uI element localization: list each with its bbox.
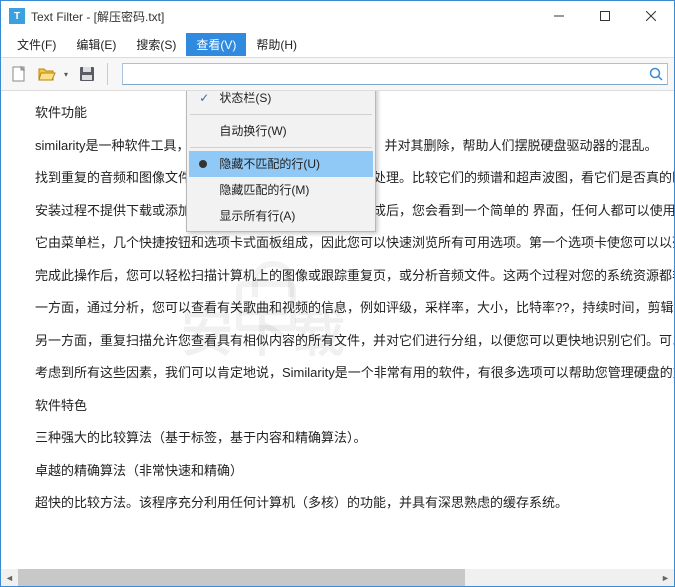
menu-item-hide-match[interactable]: 隐藏匹配的行(M) [189,177,373,203]
menu-item-show-all[interactable]: 显示所有行(A) [189,203,373,229]
search-icon [649,67,663,81]
toolbar-separator [107,63,108,85]
menu-item-label: 隐藏不匹配的行(U) [219,155,320,172]
content-area: 安下载 软件功能 similarity是一种软件工具，专门用于查找重复的或视频文… [1,91,674,569]
scroll-right-arrow[interactable]: ► [657,569,674,586]
check-icon: ✓ [195,91,213,105]
window-controls [536,1,674,31]
toolbar: ▾ [1,57,674,91]
menu-item-label: 状态栏(S) [219,91,271,106]
search-icon-button[interactable] [645,64,667,84]
open-dropdown[interactable]: ▾ [61,70,71,79]
open-button[interactable] [35,62,59,86]
maximize-button[interactable] [582,1,628,31]
scroll-thumb[interactable] [18,569,465,586]
search-input[interactable] [123,64,645,84]
new-file-icon [11,66,27,82]
text-line[interactable]: 一方面，通过分析，您可以查看有关歌曲和视频的信息，例如评级，采样率，大小，比特率… [9,292,666,325]
maximize-icon [600,11,610,21]
text-line[interactable]: 超快的比较方法。该程序充分利用任何计算机（多核）的功能，并具有深思熟虑的缓存系统… [9,487,666,520]
menu-help[interactable]: 帮助(H) [246,33,307,56]
horizontal-scrollbar[interactable]: ◄ ► [1,569,674,586]
text-line[interactable]: 完成此操作后，您可以轻松扫描计算机上的图像或跟踪重复页，或分析音频文件。这两个过… [9,260,666,293]
radio-icon [199,160,207,168]
minimize-icon [554,11,564,21]
text-line[interactable]: 三种强大的比较算法（基于标签，基于内容和精确算法）。 [9,422,666,455]
search-box[interactable] [122,63,668,85]
new-button[interactable] [7,62,31,86]
save-button[interactable] [75,62,99,86]
menu-item-wordwrap[interactable]: 自动换行(W) [189,118,373,144]
menu-separator [190,147,372,148]
menu-item-statusbar[interactable]: ✓ 状态栏(S) [189,91,373,111]
menu-search[interactable]: 搜索(S) [126,33,186,56]
text-line[interactable]: 卓越的精确算法（非常快速和精确） [9,455,666,488]
menu-item-label: 显示所有行(A) [219,207,295,224]
menu-item-label: 隐藏匹配的行(M) [219,181,309,198]
app-icon: T [9,8,25,24]
view-dropdown-menu: ✓ 工具栏(T) ✓ 状态栏(S) 自动换行(W) 隐藏不匹配的行(U) 隐藏匹… [186,91,376,232]
text-line[interactable]: 软件特色 [9,390,666,423]
menu-item-hide-nomatch[interactable]: 隐藏不匹配的行(U) [189,151,373,177]
menu-file[interactable]: 文件(F) [7,33,66,56]
window-title: Text Filter - [解压密码.txt] [31,8,536,25]
menu-edit[interactable]: 编辑(E) [66,33,126,56]
scroll-track[interactable] [18,569,657,586]
menu-view[interactable]: 查看(V) [186,33,246,56]
titlebar: T Text Filter - [解压密码.txt] [1,1,674,31]
save-icon [79,66,95,82]
open-folder-icon [38,66,56,82]
minimize-button[interactable] [536,1,582,31]
close-button[interactable] [628,1,674,31]
text-line[interactable]: 考虑到所有这些因素，我们可以肯定地说，Similarity是一个非常有用的软件，… [9,357,666,390]
text-line[interactable]: 另一方面，重复扫描允许您查看具有相似内容的所有文件，并对它们进行分组，以便您可以… [9,325,666,358]
menubar: 文件(F) 编辑(E) 搜索(S) 查看(V) 帮助(H) [1,31,674,57]
menu-item-label: 自动换行(W) [219,122,286,139]
close-icon [646,11,656,21]
text-line[interactable]: 它由菜单栏，几个快捷按钮和选项卡式面板组成，因此您可以快速浏览所有可用选项。第一… [9,227,666,260]
scroll-left-arrow[interactable]: ◄ [1,569,18,586]
menu-separator [190,114,372,115]
